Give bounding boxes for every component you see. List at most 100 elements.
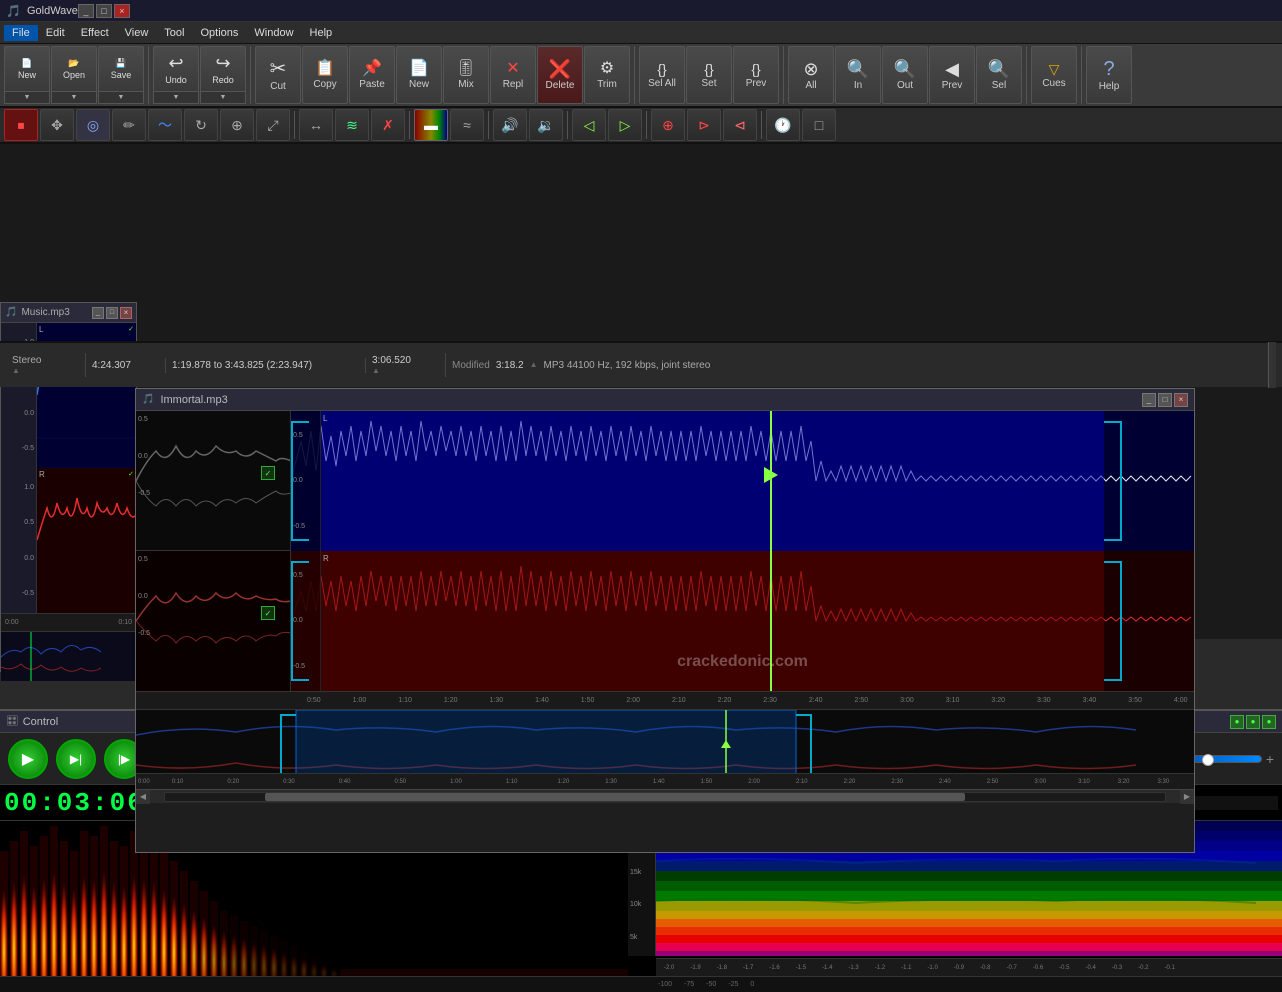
scrollbar-thumb[interactable] [265,793,965,801]
immortal-playhead[interactable] [770,411,772,551]
cues-button[interactable]: ▽ Cues [1031,46,1077,104]
fx-stop-btn[interactable]: ⏹ [4,109,38,141]
control-btn2[interactable]: ● [1246,715,1260,729]
menu-tool[interactable]: Tool [156,25,192,41]
fx-clock-btn[interactable]: 🕐 [766,109,800,141]
new-icon: 📄 [21,58,32,69]
fx-crossfade-btn[interactable]: ≋ [335,109,369,141]
immortal-left-channel: 0.5 0.0 -0.5 L [291,411,1194,551]
control-btn3[interactable]: ● [1262,715,1276,729]
menu-options[interactable]: Options [192,25,246,41]
menu-file[interactable]: File [4,25,38,41]
status-resize-handle[interactable] [1268,342,1276,388]
menu-view[interactable]: View [117,25,157,41]
music-overview-waveform [1,632,136,681]
scrollbar-track[interactable] [164,792,1166,802]
zoom-sel-button[interactable]: 🔍 Sel [976,46,1022,104]
fx-fade-in-btn[interactable]: ◁ [572,109,606,141]
play-button[interactable]: ▶ [8,739,48,779]
immortal-overview-timeline: 0:00 0:10 0:20 0:30 0:40 0:50 1:00 1:10 … [136,773,1194,789]
fx-fit-btn[interactable]: ⤢ [256,109,290,141]
immortal-selection-start-bracket[interactable] [291,421,309,541]
scrollbar-right-btn[interactable]: ▶ [1180,790,1194,804]
speed-increase-btn[interactable]: + [1266,751,1274,767]
fx-stretch-btn[interactable]: ↔ [299,109,333,141]
control-btn1[interactable]: ● [1230,715,1244,729]
fx-move-btn[interactable]: ✥ [40,109,74,141]
speed-thumb[interactable] [1202,754,1214,766]
fx-separator-3 [488,111,489,139]
fx-spectrum-btn[interactable]: ▬ [414,109,448,141]
replace-button[interactable]: ✕ Repl [490,46,536,104]
open-dropdown[interactable]: ▼ [51,92,97,104]
fx-red2-btn[interactable]: ⊲ [723,109,757,141]
immortal-minimize-btn[interactable]: _ [1142,393,1156,407]
minimize-button[interactable]: _ [78,4,94,18]
fx-loop-btn[interactable]: ↻ [184,109,218,141]
new-dropdown[interactable]: ▼ [4,92,50,104]
immortal-right-channel: 0.5 0.0 -0.5 R crackedonic.com [291,551,1194,691]
immortal-maximize-btn[interactable]: □ [1158,393,1172,407]
fx-select-btn[interactable]: ◎ [76,109,110,141]
redo-dropdown[interactable]: ▼ [200,92,246,104]
menu-window[interactable]: Window [246,25,301,41]
fx-volume-btn[interactable]: 🔊 [493,109,527,141]
fx-noise-btn[interactable]: ≈ [450,109,484,141]
trim-button[interactable]: ⚙ Trim [584,46,630,104]
menu-edit[interactable]: Edit [38,25,73,41]
immortal-hscrollbar[interactable]: ◀ ▶ [136,789,1194,803]
toolbar-group-selection: {} Sel All {} Set {} Prev [639,46,784,104]
fx-red1-btn[interactable]: ⊳ [687,109,721,141]
fx-fade-out-btn[interactable]: ▷ [608,109,642,141]
fx-crosshair-btn[interactable]: ⊕ [651,109,685,141]
zoom-prev-button[interactable]: ◀ Prev [929,46,975,104]
menu-effect[interactable]: Effect [73,25,117,41]
save-dropdown[interactable]: ▼ [98,92,144,104]
immortal-left-channel-label: L [323,414,327,423]
save-button[interactable]: 💾 Save [98,46,144,92]
fx-wave-btn[interactable]: 〜 [148,109,182,141]
immortal-selection-end-bracket-right[interactable] [1104,561,1122,681]
close-button[interactable]: × [114,4,130,18]
music-right-label: R [39,470,45,479]
immortal-selection-end-bracket[interactable] [1104,421,1122,541]
open-icon: 📂 [68,58,79,69]
immortal-preview-bottom-svg [136,551,290,691]
fx-msg-btn[interactable]: □ [802,109,836,141]
help-button[interactable]: ? Help [1086,46,1132,104]
open-button[interactable]: 📂 Open [51,46,97,92]
undo-button[interactable]: ↩ Undo [153,46,199,92]
maximize-button[interactable]: □ [96,4,112,18]
mix-button[interactable]: 🎚 Mix [443,46,489,104]
immortal-preview-top-check: ✓ [261,466,275,480]
immortal-main-waveform: 0.5 0.0 -0.5 L [291,411,1194,691]
music-minimize-btn[interactable]: _ [92,307,104,319]
music-close-btn[interactable]: × [120,307,132,319]
zoom-out-button[interactable]: 🔍 Out [882,46,928,104]
prev-button[interactable]: {} Prev [733,46,779,104]
play-selection-button[interactable]: ▶| [56,739,96,779]
cut-button[interactable]: ✂ Cut [255,46,301,104]
selall-button[interactable]: {} Sel All [639,46,685,104]
paste-button[interactable]: 📌 Paste [349,46,395,104]
redo-button[interactable]: ↪ Redo [200,46,246,92]
fx-zoom-time-btn[interactable]: ⊕ [220,109,254,141]
scrollbar-left-btn[interactable]: ◀ [136,790,150,804]
new2-button[interactable]: 📄 New [396,46,442,104]
fx-cut2-btn[interactable]: ✗ [371,109,405,141]
fx-pencil-btn[interactable]: ✏ [112,109,146,141]
music-maximize-btn[interactable]: □ [106,307,118,319]
immortal-close-btn[interactable]: × [1174,393,1188,407]
copy-button[interactable]: 📋 Copy [302,46,348,104]
zoom-all-button[interactable]: ⊗ All [788,46,834,104]
undo-dropdown[interactable]: ▼ [153,92,199,104]
new-button[interactable]: 📄 New [4,46,50,92]
status-selection-value: 1:19.878 to 3:43.825 (2:23.947) [172,360,359,371]
copy-icon: 📋 [315,61,335,77]
set-button[interactable]: {} Set [686,46,732,104]
delete-button[interactable]: ❌ Delete [537,46,583,104]
fx-vol-down-btn[interactable]: 🔉 [529,109,563,141]
zoom-in-button[interactable]: 🔍 In [835,46,881,104]
immortal-selection-start-bracket-right[interactable] [291,561,309,681]
menu-help[interactable]: Help [302,25,341,41]
